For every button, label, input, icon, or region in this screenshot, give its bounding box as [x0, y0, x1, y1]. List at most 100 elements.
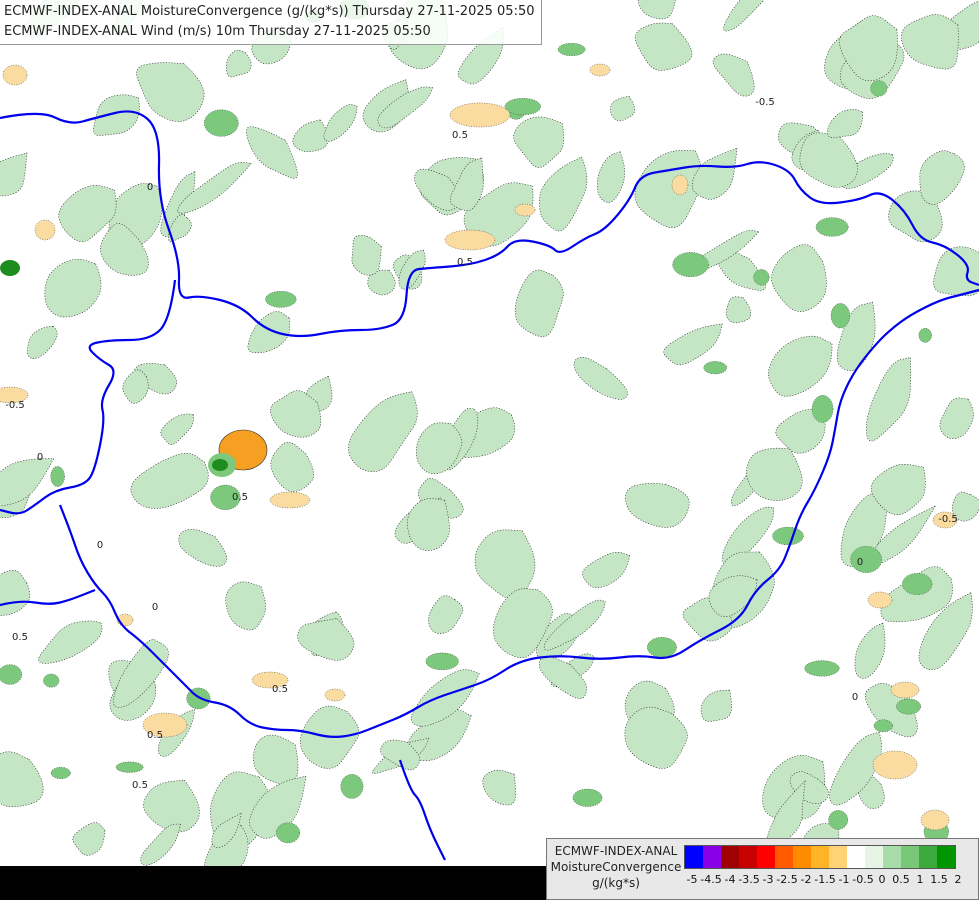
divergence-area [34, 219, 56, 241]
legend-tick-label: -3 [762, 873, 774, 886]
legend-swatch [883, 846, 901, 868]
convergence-area [0, 751, 44, 807]
strong-convergence-area [830, 303, 851, 329]
convergence-area [865, 357, 912, 442]
legend-swatch [739, 846, 757, 868]
convergence-area [933, 246, 979, 297]
legend-tick-label: -4.5 [700, 873, 722, 886]
convergence-area [854, 622, 886, 679]
map-title: ECMWF-INDEX-ANAL MoistureConvergence (g/… [0, 0, 542, 45]
divergence-area [589, 63, 611, 77]
contour-label: 0 [97, 540, 103, 551]
convergence-core [0, 260, 20, 276]
contour-label: -0.5 [755, 97, 775, 108]
legend-tick-label: 0 [878, 873, 886, 886]
legend-tick-label: -2.5 [776, 873, 798, 886]
convergence-area [582, 552, 630, 589]
strong-convergence-area [425, 652, 459, 671]
legend-swatch [937, 846, 955, 868]
convergence-area [348, 391, 418, 473]
legend-title-model: ECMWF-INDEX-ANAL [554, 844, 678, 858]
strong-convergence-area [815, 217, 849, 237]
legend-tick-label: -4 [724, 873, 736, 886]
convergence-area [596, 151, 626, 203]
legend-title-unit: g/(kg*s) [592, 876, 640, 890]
legend-tick-label: -1.5 [814, 873, 836, 886]
legend-swatch [685, 846, 703, 868]
convergence-area [725, 296, 752, 324]
strong-convergence-area [772, 526, 804, 546]
country-border [398, 759, 446, 861]
strong-convergence-area [275, 822, 301, 844]
convergence-area [246, 126, 298, 179]
convergence-area [226, 49, 252, 78]
strong-convergence-area [115, 761, 144, 773]
divergence-area [2, 64, 28, 86]
convergence-area [712, 53, 755, 97]
strong-convergence-area [672, 252, 709, 278]
strong-convergence-area [43, 673, 60, 688]
contour-label: 0.5 [12, 632, 28, 643]
convergence-area [38, 620, 103, 664]
strong-convergence-area [557, 42, 586, 57]
contour-label: 0 [852, 692, 858, 703]
divergence-area [444, 229, 496, 251]
convergence-area [635, 22, 693, 71]
legend-tick-label: 2 [954, 873, 962, 886]
convergence-area [72, 822, 106, 856]
strong-convergence-area [896, 698, 922, 715]
convergence-area [723, 0, 771, 32]
legend-swatch [757, 846, 775, 868]
title-line-wind: ECMWF-INDEX-ANAL Wind (m/s) 10m Thursday… [4, 24, 431, 39]
divergence-area [920, 809, 950, 831]
convergence-area [482, 769, 516, 806]
legend-swatch [793, 846, 811, 868]
legend-tick-label: -3.5 [738, 873, 760, 886]
contour-label: 0.5 [457, 257, 473, 268]
strong-convergence-area [850, 546, 883, 573]
convergence-area [130, 452, 209, 509]
strong-convergence-area [203, 109, 239, 137]
legend-tick-label: 0.5 [892, 873, 910, 886]
legend-tick-label: -5 [686, 873, 698, 886]
strong-convergence-area [50, 767, 71, 779]
convergence-area [428, 595, 464, 634]
color-legend: ECMWF-INDEX-ANAL MoistureConvergence g/(… [546, 838, 979, 900]
strong-convergence-area [340, 774, 364, 799]
convergence-area [44, 258, 102, 318]
strong-convergence-area [703, 361, 727, 375]
convergence-area [768, 335, 833, 397]
contour-label: 0.5 [272, 684, 288, 695]
divergence-area [867, 591, 893, 609]
convergence-core [212, 459, 228, 471]
contour-label: 0.5 [147, 730, 163, 741]
legend-tick-label: -1 [838, 873, 850, 886]
strong-convergence-area [918, 327, 932, 343]
legend-swatch [721, 846, 739, 868]
legend-swatch [919, 846, 937, 868]
convergence-area [27, 325, 58, 360]
convergence-area [625, 482, 690, 528]
contour-label: 0 [152, 602, 158, 613]
legend-tick-label: 1.5 [930, 873, 948, 886]
contour-label: 0.5 [232, 492, 248, 503]
divergence-area [449, 102, 511, 128]
convergence-area [225, 581, 266, 631]
strong-convergence-area [50, 466, 65, 487]
convergence-area [700, 689, 732, 722]
legend-swatch [811, 846, 829, 868]
convergence-area [0, 152, 28, 197]
strong-convergence-area [504, 98, 541, 116]
divergence-area [890, 681, 920, 699]
weather-map: 0 0 0 0 0 -0.5 -0.5 -0.5 0.5 0.5 0.5 0.5 0.5 0.5 0.5 0 [0, 0, 979, 884]
convergence-area [638, 0, 679, 20]
contour-label: 0 [857, 557, 863, 568]
divergence-area [671, 174, 689, 196]
divergence-area [514, 203, 536, 217]
strong-convergence-area [804, 660, 840, 677]
contour-label: -0.5 [938, 514, 958, 525]
contour-label: -0.5 [5, 400, 25, 411]
legend-swatch [775, 846, 793, 868]
contour-label: 0 [147, 182, 153, 193]
convergence-area [610, 95, 635, 122]
